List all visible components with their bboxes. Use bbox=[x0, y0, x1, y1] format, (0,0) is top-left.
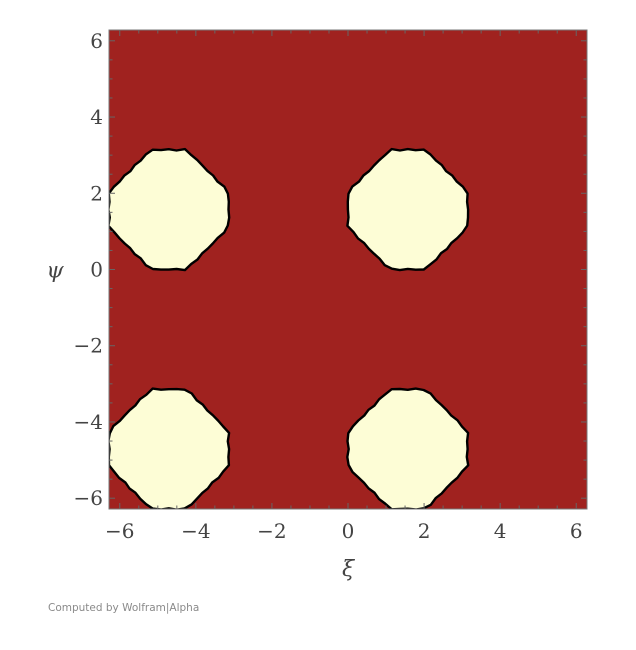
y-tick-label: 6 bbox=[90, 29, 103, 53]
y-tick-labels: −6 −4 −2 0 2 4 6 bbox=[74, 29, 103, 510]
x-tick-label: −6 bbox=[105, 519, 134, 543]
y-tick-label: −6 bbox=[74, 486, 103, 510]
x-tick-label: −4 bbox=[181, 519, 210, 543]
x-tick-label: 2 bbox=[418, 519, 431, 543]
y-tick-label: 4 bbox=[90, 105, 103, 129]
x-axis-label: ξ bbox=[342, 557, 356, 582]
x-tick-label: 6 bbox=[570, 519, 583, 543]
y-tick-label: −2 bbox=[74, 334, 103, 358]
x-tick-label: 0 bbox=[342, 519, 355, 543]
x-tick-label: 4 bbox=[494, 519, 507, 543]
x-tick-labels: −6 −4 −2 0 2 4 6 bbox=[105, 519, 583, 543]
x-tick-label: −2 bbox=[257, 519, 286, 543]
wolfram-credit: Computed by Wolfram|Alpha bbox=[48, 602, 200, 614]
y-tick-label: 2 bbox=[90, 181, 103, 205]
region-plot: −6 −4 −2 0 2 4 6 −6 −4 −2 0 2 4 6 ξ ψ bbox=[46, 29, 588, 582]
y-tick-label: −4 bbox=[74, 410, 103, 434]
y-tick-label: 0 bbox=[90, 258, 103, 282]
y-axis-label: ψ bbox=[46, 259, 64, 284]
